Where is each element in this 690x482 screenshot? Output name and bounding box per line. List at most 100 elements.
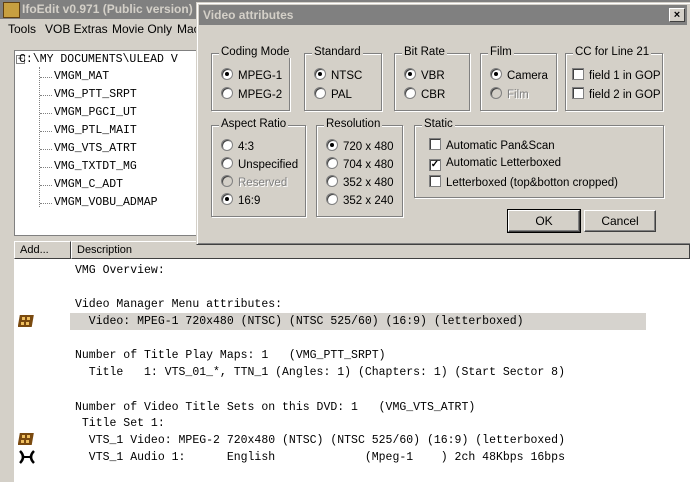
list-item[interactable]: VMG Overview: [75,264,165,277]
aspect-unspecified-radio[interactable]: Unspecified [221,157,298,171]
video-film-icon [18,315,34,327]
auto-letterboxed-checkbox[interactable]: ✓ Automatic Letterboxed [429,157,561,171]
bitrate-vbr-radio[interactable]: VBR [404,68,445,82]
letterboxed-cropped-checkbox[interactable]: Letterboxed (top&botton cropped) [429,175,618,189]
radio-selected-icon [404,68,416,80]
tree-connector [40,131,52,132]
checkmark-icon: ✓ [429,159,441,171]
aspect-ratio-label: Aspect Ratio [219,118,289,130]
radio-icon [314,87,326,99]
radio-icon [490,87,502,99]
film-label: Film [488,46,514,58]
tree-connector [40,95,52,96]
audio-icon [19,450,35,464]
res-720x480-radio[interactable]: 720 x 480 [326,139,394,153]
aspect-4-3-radio[interactable]: 4:3 [221,139,254,153]
tree-node-vmgm-vobu-admap[interactable]: VMGM_VOBU_ADMAP [54,196,158,209]
radio-selected-icon [326,139,338,151]
radio-selected-icon [221,68,233,80]
list-item[interactable]: Video: MPEG-1 720x480 (NTSC) (NTSC 525/6… [75,315,524,328]
static-group: Static Automatic Pan&Scan ✓ Automatic Let… [414,118,664,198]
bitrate-cbr-radio[interactable]: CBR [404,87,445,101]
res-352x480-radio[interactable]: 352 x 480 [326,175,394,189]
list-item[interactable]: Title Set 1: [75,417,165,430]
list-item[interactable]: Number of Title Play Maps: 1 (VMG_PTT_SR… [75,349,386,362]
cc-line21-group: CC for Line 21 field 1 in GOP field 2 in… [565,46,663,111]
list-item[interactable]: VTS_1 Video: MPEG-2 720x480 (NTSC) (NTSC… [75,434,565,447]
tree-connector [40,203,52,204]
radio-icon [404,87,416,99]
tree-node-vmg-vts-atrt[interactable]: VMG_VTS_ATRT [54,142,137,155]
app-title: IfoEdit v0.971 (Public version) [22,2,193,16]
list-item[interactable]: VTS_1 Audio 1: English (Mpeg-1 ) 2ch 48K… [75,451,565,464]
checkbox-icon [429,138,441,150]
menu-vob-extras[interactable]: VOB Extras [45,22,108,36]
res-352x240-radio[interactable]: 352 x 240 [326,193,394,207]
radio-icon [221,87,233,99]
column-header-add[interactable]: Add... [14,241,71,259]
standard-group: Standard NTSC PAL [304,46,382,111]
tree-connector [39,67,40,207]
coding-mode-label: Coding Mode [219,46,292,58]
close-icon[interactable]: × [669,8,685,22]
app-icon [3,2,20,18]
video-attributes-dialog: Video attributes × Coding Mode MPEG-1 MP… [196,2,690,245]
standard-ntsc-radio[interactable]: NTSC [314,68,362,82]
ok-button[interactable]: OK [507,209,581,233]
checkbox-icon [572,68,584,80]
radio-icon [221,175,233,187]
radio-icon [326,157,338,169]
list-item[interactable]: Number of Video Title Sets on this DVD: … [75,401,475,414]
list-item[interactable]: Video Manager Menu attributes: [75,298,282,311]
coding-mpeg1-radio[interactable]: MPEG-1 [221,68,282,82]
menu-tools[interactable]: Tools [8,22,36,36]
tree-node-vmg-txtdt-mg[interactable]: VMG_TXTDT_MG [54,160,137,173]
menu-movie-only[interactable]: Movie Only [112,22,172,36]
radio-icon [221,157,233,169]
cc-line21-label: CC for Line 21 [573,46,652,58]
aspect-16-9-radio[interactable]: 16:9 [221,193,260,207]
bit-rate-group: Bit Rate VBR CBR [394,46,470,111]
film-camera-radio[interactable]: Camera [490,68,548,82]
tree-node-vmgm-c-adt[interactable]: VMGM_C_ADT [54,178,123,191]
video-film-icon [18,433,34,445]
radio-icon [326,175,338,187]
checkbox-icon [572,87,584,99]
res-704x480-radio[interactable]: 704 x 480 [326,157,394,171]
aspect-reserved-radio: Reserved [221,175,287,189]
description-list[interactable]: VMG Overview: Video Manager Menu attribu… [14,259,690,482]
standard-pal-radio[interactable]: PAL [314,87,352,101]
film-film-radio: Film [490,87,529,101]
bit-rate-label: Bit Rate [402,46,447,58]
dialog-title: Video attributes [203,8,294,22]
cc-field2-checkbox[interactable]: field 2 in GOP [572,87,661,101]
tree-connector [40,77,52,78]
resolution-label: Resolution [324,118,383,130]
radio-icon [221,139,233,151]
ifo-tree[interactable]: − C:\MY DOCUMENTS\ULEAD V VMGM_MAT VMG_P… [14,50,198,236]
resolution-group: Resolution 720 x 480 704 x 480 352 x 480… [316,118,403,217]
tree-connector [40,185,52,186]
list-item[interactable]: Title 1: VTS_01_*, TTN_1 (Angles: 1) (Ch… [75,366,565,379]
auto-pan-scan-checkbox[interactable]: Automatic Pan&Scan [429,138,555,152]
tree-node-vmgm-pgci-ut[interactable]: VMGM_PGCI_UT [54,106,137,119]
film-group: Film Camera Film [480,46,557,111]
tree-root[interactable]: C:\MY DOCUMENTS\ULEAD V [19,53,178,66]
dialog-title-bar: Video attributes × [199,5,687,25]
tree-node-vmg-ptt-srpt[interactable]: VMG_PTT_SRPT [54,88,137,101]
radio-icon [326,193,338,205]
cancel-button[interactable]: Cancel [584,210,656,232]
radio-selected-icon [314,68,326,80]
tree-node-vmgm-mat[interactable]: VMGM_MAT [54,70,109,83]
checkbox-icon [429,175,441,187]
radio-selected-icon [221,193,233,205]
tree-connector [40,149,52,150]
aspect-ratio-group: Aspect Ratio 4:3 Unspecified Reserved 16… [211,118,306,217]
coding-mode-group: Coding Mode MPEG-1 MPEG-2 [211,46,292,111]
tree-connector [40,167,52,168]
cc-field1-checkbox[interactable]: field 1 in GOP [572,68,661,82]
radio-selected-icon [490,68,502,80]
standard-label: Standard [312,46,363,58]
coding-mpeg2-radio[interactable]: MPEG-2 [221,87,282,101]
tree-node-vmg-ptl-mait[interactable]: VMG_PTL_MAIT [54,124,137,137]
